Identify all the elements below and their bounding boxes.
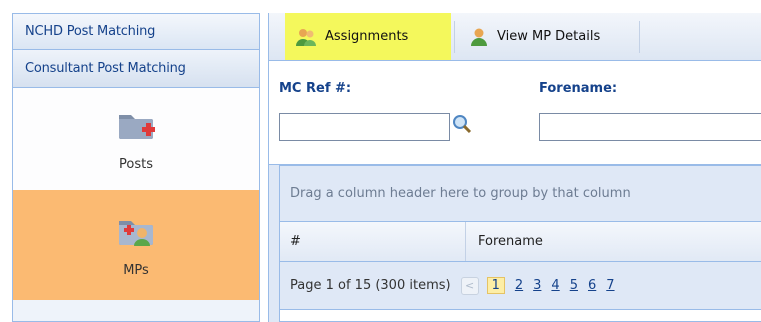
folder-user-icon: [119, 220, 153, 246]
user-icon: [471, 28, 487, 46]
toolbar: Assignments View MP Details: [269, 13, 761, 61]
nav-nchd-post-matching[interactable]: NCHD Post Matching: [13, 14, 259, 50]
main-panel: Assignments View MP Details MC Ref #: Fo…: [268, 13, 761, 322]
filter-panel: MC Ref #: Forename:: [269, 61, 761, 165]
mc-ref-label: MC Ref #:: [279, 81, 352, 96]
users-icon: [296, 28, 316, 46]
column-header-number-label: #: [290, 234, 301, 249]
group-hint: Drag a column header here to group by th…: [290, 186, 631, 201]
forename-input[interactable]: [539, 113, 761, 141]
pager: Page 1 of 15 (300 items) < 1 2 3 4 5 6 7: [280, 262, 761, 310]
search-icon[interactable]: [451, 113, 473, 137]
grid-header-row: # Forename: [280, 222, 761, 262]
pager-page-5[interactable]: 5: [570, 278, 578, 293]
sidebar: NCHD Post Matching Consultant Post Match…: [12, 13, 260, 322]
sidebar-item-posts-label: Posts: [119, 156, 153, 172]
pager-page-1[interactable]: 1: [486, 277, 505, 294]
pager-summary: Page 1 of 15 (300 items): [290, 278, 451, 293]
assignments-label: Assignments: [325, 29, 409, 44]
view-mp-details-button[interactable]: View MP Details: [459, 13, 610, 60]
nav-nchd-post-matching-label: NCHD Post Matching: [25, 24, 156, 39]
sidebar-item-mps[interactable]: MPs: [13, 190, 259, 300]
nav-consultant-post-matching[interactable]: Consultant Post Matching: [13, 50, 259, 88]
data-grid: Drag a column header here to group by th…: [279, 165, 761, 322]
column-header-number[interactable]: #: [280, 222, 466, 261]
mc-ref-input[interactable]: [279, 113, 450, 141]
pager-page-6[interactable]: 6: [588, 278, 596, 293]
sidebar-item-posts[interactable]: Posts: [13, 88, 259, 190]
pager-page-4[interactable]: 4: [551, 278, 559, 293]
column-header-forename[interactable]: Forename: [466, 234, 543, 249]
folder-add-icon: [119, 114, 155, 139]
pager-prev-button[interactable]: <: [460, 276, 479, 295]
pager-page-3[interactable]: 3: [533, 278, 541, 293]
forename-label: Forename:: [539, 81, 618, 96]
toolbar-separator: [454, 21, 455, 53]
pager-page-2[interactable]: 2: [515, 278, 523, 293]
column-header-forename-label: Forename: [478, 234, 543, 249]
sidebar-item-mps-label: MPs: [123, 262, 149, 278]
pager-page-7[interactable]: 7: [606, 278, 614, 293]
group-panel[interactable]: Drag a column header here to group by th…: [280, 166, 761, 222]
view-mp-details-label: View MP Details: [497, 29, 601, 44]
nav-consultant-post-matching-label: Consultant Post Matching: [25, 61, 186, 76]
sidebar-content: Posts MPs: [13, 88, 259, 300]
assignments-button[interactable]: Assignments: [285, 13, 451, 60]
toolbar-separator: [639, 21, 640, 53]
